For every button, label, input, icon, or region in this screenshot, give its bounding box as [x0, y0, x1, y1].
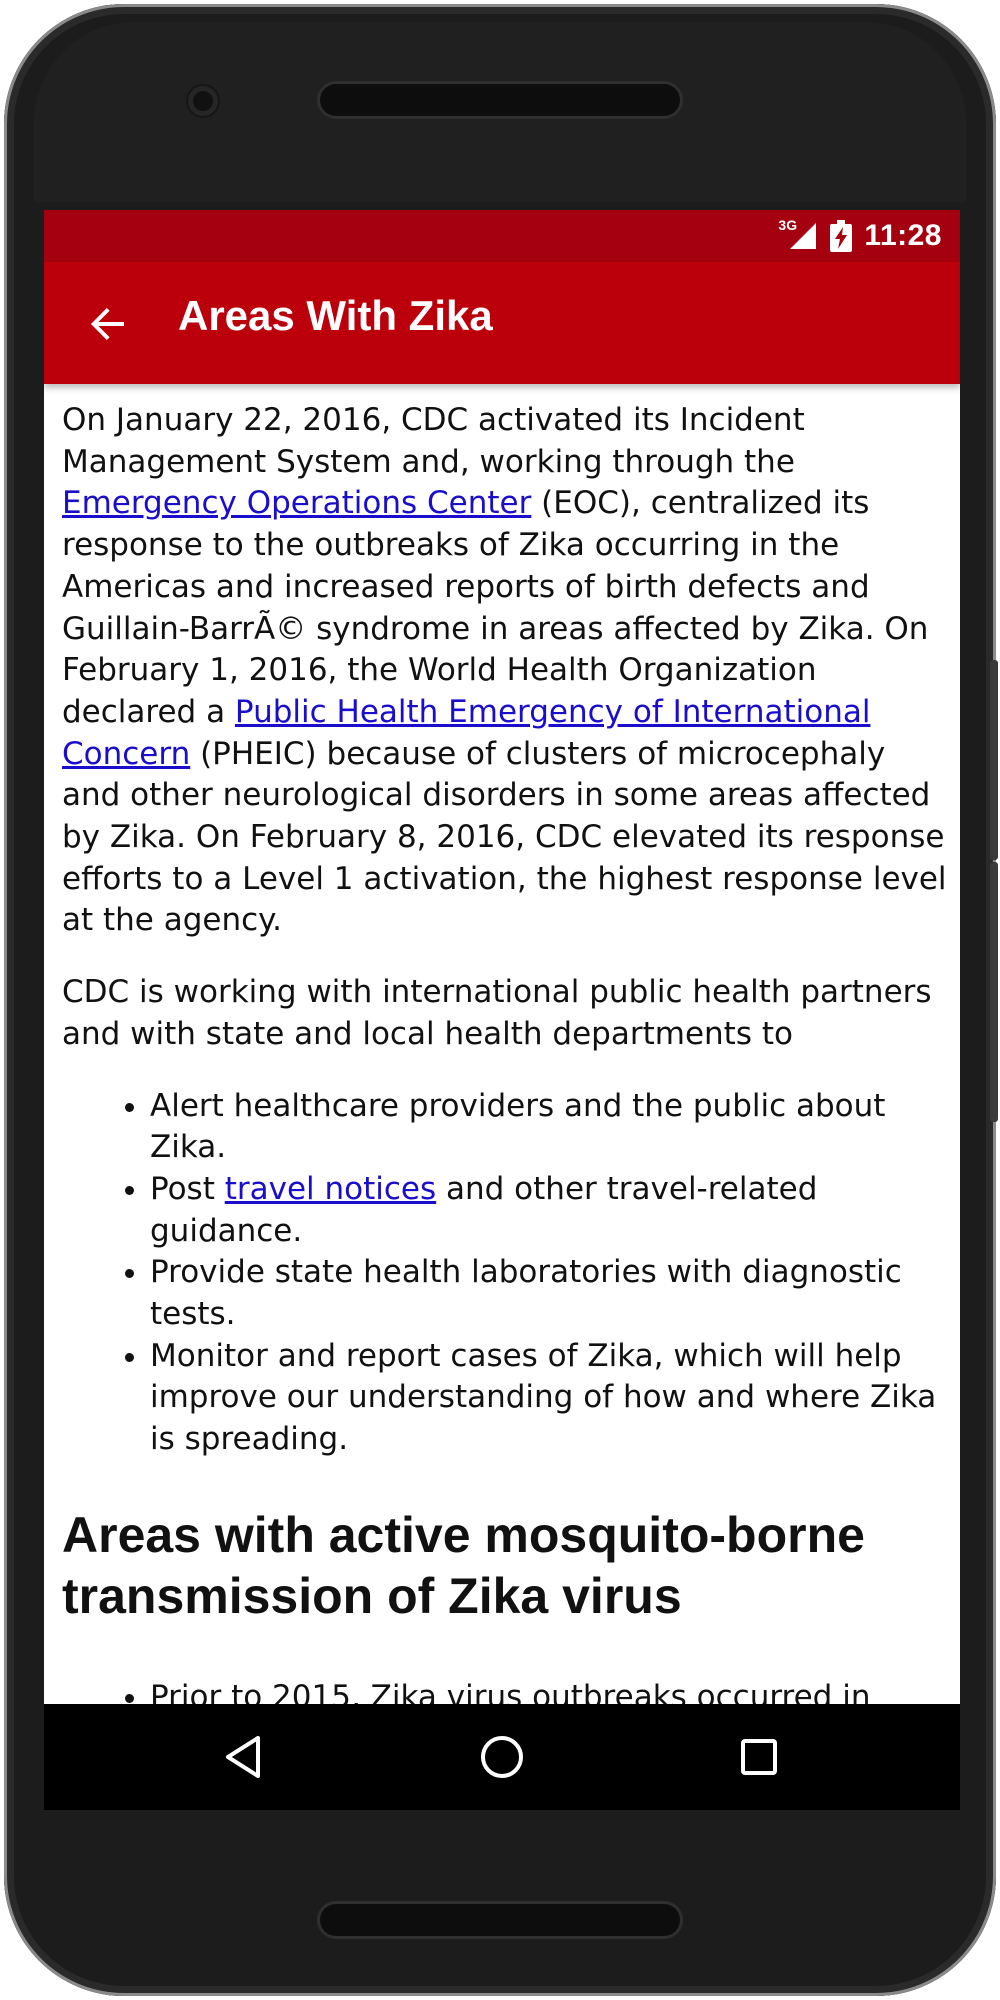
section-heading: Areas with active mosquito-borne transmi…: [62, 1506, 865, 1624]
power-button: [990, 862, 998, 1122]
volume-button: [990, 660, 998, 860]
actions-list: Alert healthcare providers and the publi…: [62, 1086, 952, 1461]
bottom-speaker: [320, 1904, 680, 1936]
front-camera: [188, 86, 218, 116]
partners-paragraph: CDC is working with international public…: [62, 974, 932, 1052]
triangle-back-icon: [226, 1736, 260, 1778]
list-item: Provide state health laboratories with d…: [150, 1252, 952, 1335]
paragraph-text: (PHEIC) because of clusters of microceph…: [62, 735, 947, 939]
signal-3g-icon: 3G: [778, 217, 818, 251]
battery-charging-icon: [830, 220, 853, 252]
intro-paragraph: On January 22, 2016, CDC activated its I…: [62, 400, 952, 942]
status-bar: 3G 11:28: [44, 210, 960, 262]
eoc-link[interactable]: Emergency Operations Center: [62, 485, 531, 521]
navigation-bar: [44, 1704, 960, 1810]
travel-notices-link[interactable]: travel notices: [225, 1171, 436, 1207]
nav-back-button[interactable]: [218, 1730, 272, 1784]
list-item-text: Post: [150, 1170, 225, 1207]
page-title: Areas With Zika: [178, 292, 493, 339]
arrow-left-icon: [91, 308, 124, 340]
screen: 3G 11:28 Areas With Zika On January 22, …: [44, 210, 960, 1810]
top-speaker: [320, 84, 680, 116]
nav-home-button[interactable]: [475, 1730, 529, 1784]
list-item: Post travel notices and other travel-rel…: [150, 1169, 952, 1252]
square-recents-icon: [741, 1739, 777, 1775]
list-item: Monitor and report cases of Zika, which …: [150, 1336, 952, 1461]
status-icons: 3G 11:28: [778, 217, 942, 254]
article-content: On January 22, 2016, CDC activated its I…: [62, 384, 952, 1719]
phone-frame: 3G 11:28 Areas With Zika On January 22, …: [4, 4, 998, 1996]
paragraph-text: On January 22, 2016, CDC activated its I…: [62, 402, 805, 480]
back-button[interactable]: [84, 300, 132, 348]
list-item: Alert healthcare providers and the publi…: [150, 1086, 952, 1169]
app-bar: Areas With Zika: [44, 262, 960, 384]
circle-home-icon: [481, 1736, 523, 1778]
nav-recents-button[interactable]: [732, 1730, 786, 1784]
status-time: 11:28: [864, 219, 942, 252]
